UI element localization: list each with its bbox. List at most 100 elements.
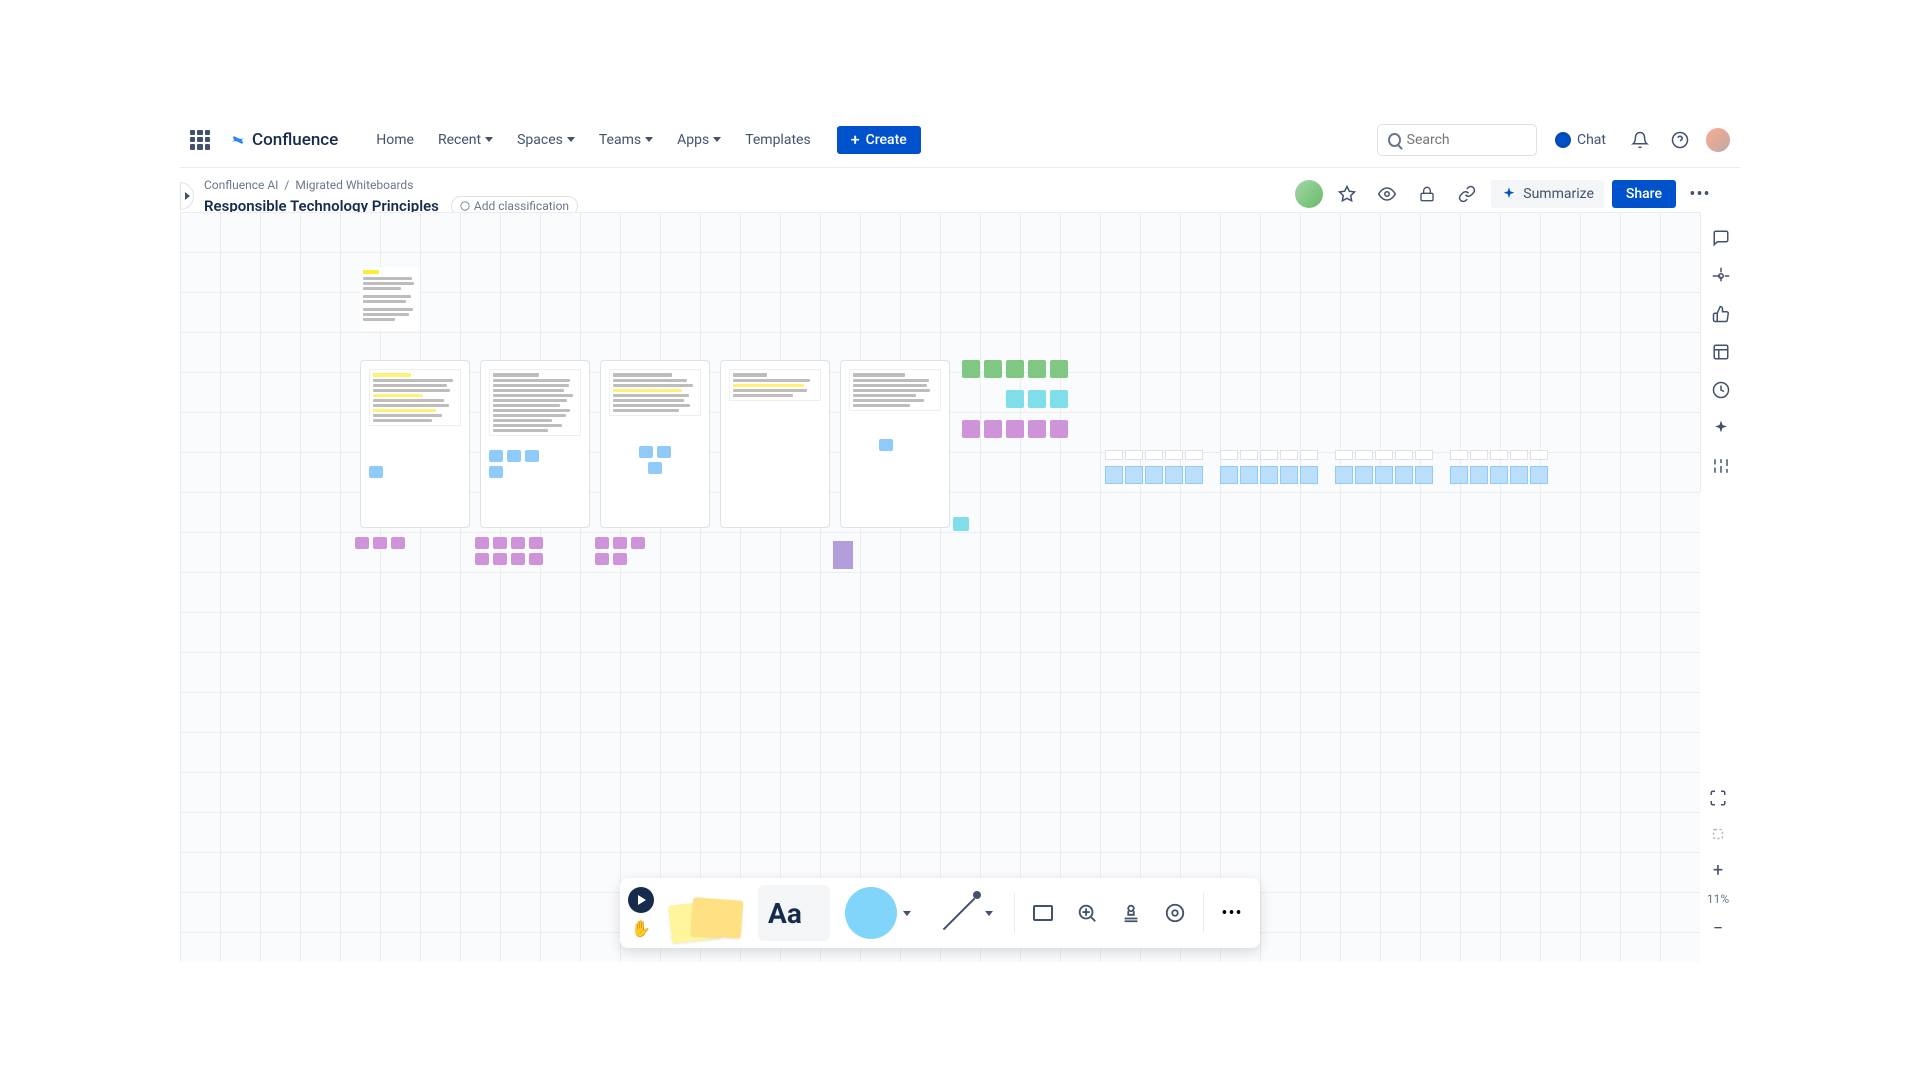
profile-avatar[interactable]	[1704, 126, 1732, 154]
fit-screen-button[interactable]	[1704, 784, 1732, 812]
nav-templates[interactable]: Templates	[735, 126, 821, 154]
stamp-tool[interactable]	[1111, 893, 1151, 933]
clock-icon	[1712, 381, 1730, 399]
star-button[interactable]	[1331, 178, 1363, 210]
zoom-out-button[interactable]: −	[1704, 914, 1732, 942]
more-icon: •••	[1689, 184, 1710, 205]
chevron-down-icon	[485, 137, 493, 142]
breadcrumb-space[interactable]: Confluence AI	[204, 178, 278, 192]
templates-button[interactable]	[1705, 336, 1737, 368]
notifications-button[interactable]	[1624, 124, 1656, 156]
summarize-button[interactable]: Summarize	[1491, 180, 1604, 208]
link-icon	[1458, 185, 1476, 203]
timeline-group[interactable]	[1335, 450, 1433, 484]
toolbar-divider	[1014, 893, 1015, 933]
canvas-frame[interactable]	[360, 360, 470, 528]
toolbar-divider	[1203, 893, 1204, 933]
sticky-cluster[interactable]	[962, 360, 1068, 438]
line-icon	[939, 893, 979, 933]
lock-icon	[1419, 186, 1435, 202]
search-box[interactable]	[1377, 124, 1537, 156]
canvas-frame[interactable]	[480, 360, 590, 528]
right-panel	[1700, 212, 1740, 492]
help-button[interactable]	[1664, 124, 1696, 156]
more-tools[interactable]: •••	[1212, 893, 1252, 933]
shield-icon	[460, 201, 470, 211]
sticky-note-tool[interactable]	[658, 885, 754, 941]
comments-button[interactable]	[1705, 222, 1737, 254]
zoom-in-button[interactable]: +	[1704, 856, 1732, 884]
smart-section-tool[interactable]	[1067, 893, 1107, 933]
comment-icon	[1712, 229, 1730, 247]
more-actions-button[interactable]: •••	[1684, 178, 1716, 210]
pointer-tool[interactable]	[628, 887, 654, 913]
collaborator-avatar[interactable]	[1295, 180, 1323, 208]
hand-tool[interactable]: ✋	[630, 917, 652, 939]
zoom-controls: + 11% −	[1704, 784, 1732, 942]
app-switcher-icon[interactable]	[188, 128, 212, 152]
sparkle-icon	[1712, 419, 1730, 437]
frame-icon	[1033, 905, 1053, 921]
focus-button[interactable]	[1704, 820, 1732, 848]
whiteboard-canvas[interactable]: ✋ Aa	[180, 212, 1700, 962]
link-tool[interactable]	[1155, 893, 1195, 933]
confluence-icon	[228, 130, 248, 150]
template-icon	[1712, 343, 1730, 361]
timeline-group[interactable]	[1105, 450, 1203, 484]
nav-recent[interactable]: Recent	[428, 126, 503, 154]
timeline-group[interactable]	[1220, 450, 1318, 484]
share-button[interactable]: Share	[1612, 180, 1676, 208]
chevron-down-icon	[567, 137, 575, 142]
timeline-group[interactable]	[1450, 450, 1548, 484]
filter-button[interactable]	[1705, 450, 1737, 482]
text-tool[interactable]: Aa	[758, 885, 830, 941]
breadcrumb-parent[interactable]: Migrated Whiteboards	[295, 178, 413, 192]
sparkle-icon	[1501, 186, 1517, 202]
link-button[interactable]	[1451, 178, 1483, 210]
gear-icon	[1712, 267, 1730, 285]
top-nav: Confluence Home Recent Spaces Teams Apps…	[180, 112, 1740, 168]
focus-icon	[1709, 825, 1727, 843]
nav-apps[interactable]: Apps	[667, 126, 731, 154]
nav-teams[interactable]: Teams	[589, 126, 663, 154]
nav-home[interactable]: Home	[366, 126, 424, 154]
nav-links: Home Recent Spaces Teams Apps Templates	[366, 126, 820, 154]
chevron-down-icon	[713, 137, 721, 142]
ai-button[interactable]	[1705, 412, 1737, 444]
magic-icon	[1076, 902, 1098, 924]
thumbs-up-icon	[1712, 305, 1730, 323]
chevron-down-icon	[985, 911, 993, 916]
frame-tool[interactable]	[1023, 893, 1063, 933]
logo-text: Confluence	[252, 130, 338, 150]
chat-button[interactable]: Chat	[1545, 126, 1616, 154]
line-tool[interactable]	[926, 885, 1006, 941]
bell-icon	[1631, 131, 1649, 149]
nav-spaces[interactable]: Spaces	[507, 126, 585, 154]
canvas-frame[interactable]	[840, 360, 950, 528]
nav-right: Chat	[1377, 124, 1732, 156]
ai-chat-icon	[1555, 132, 1571, 148]
timer-button[interactable]	[1705, 374, 1737, 406]
confluence-logo[interactable]: Confluence	[220, 130, 346, 150]
lock-button[interactable]	[1411, 178, 1443, 210]
help-icon	[1671, 131, 1689, 149]
search-input[interactable]	[1407, 132, 1526, 148]
create-button[interactable]: + Create	[837, 126, 921, 154]
search-icon	[1388, 133, 1401, 147]
fit-icon	[1709, 789, 1727, 807]
canvas-frame[interactable]	[600, 360, 710, 528]
circle-shape-icon	[845, 887, 897, 939]
reactions-button[interactable]	[1705, 298, 1737, 330]
chevron-down-icon	[903, 911, 911, 916]
canvas-frame[interactable]	[720, 360, 830, 528]
breadcrumb: Confluence AI / Migrated Whiteboards	[204, 178, 578, 192]
plus-icon: +	[851, 132, 860, 148]
settings-button[interactable]	[1705, 260, 1737, 292]
zoom-level[interactable]: 11%	[1707, 892, 1729, 906]
more-icon: •••	[1221, 903, 1242, 924]
shape-tool[interactable]	[834, 885, 922, 941]
whiteboard-toolbar: ✋ Aa	[620, 878, 1260, 948]
watch-button[interactable]	[1371, 178, 1403, 210]
canvas-note[interactable]	[360, 267, 420, 331]
eye-icon	[1378, 185, 1396, 203]
